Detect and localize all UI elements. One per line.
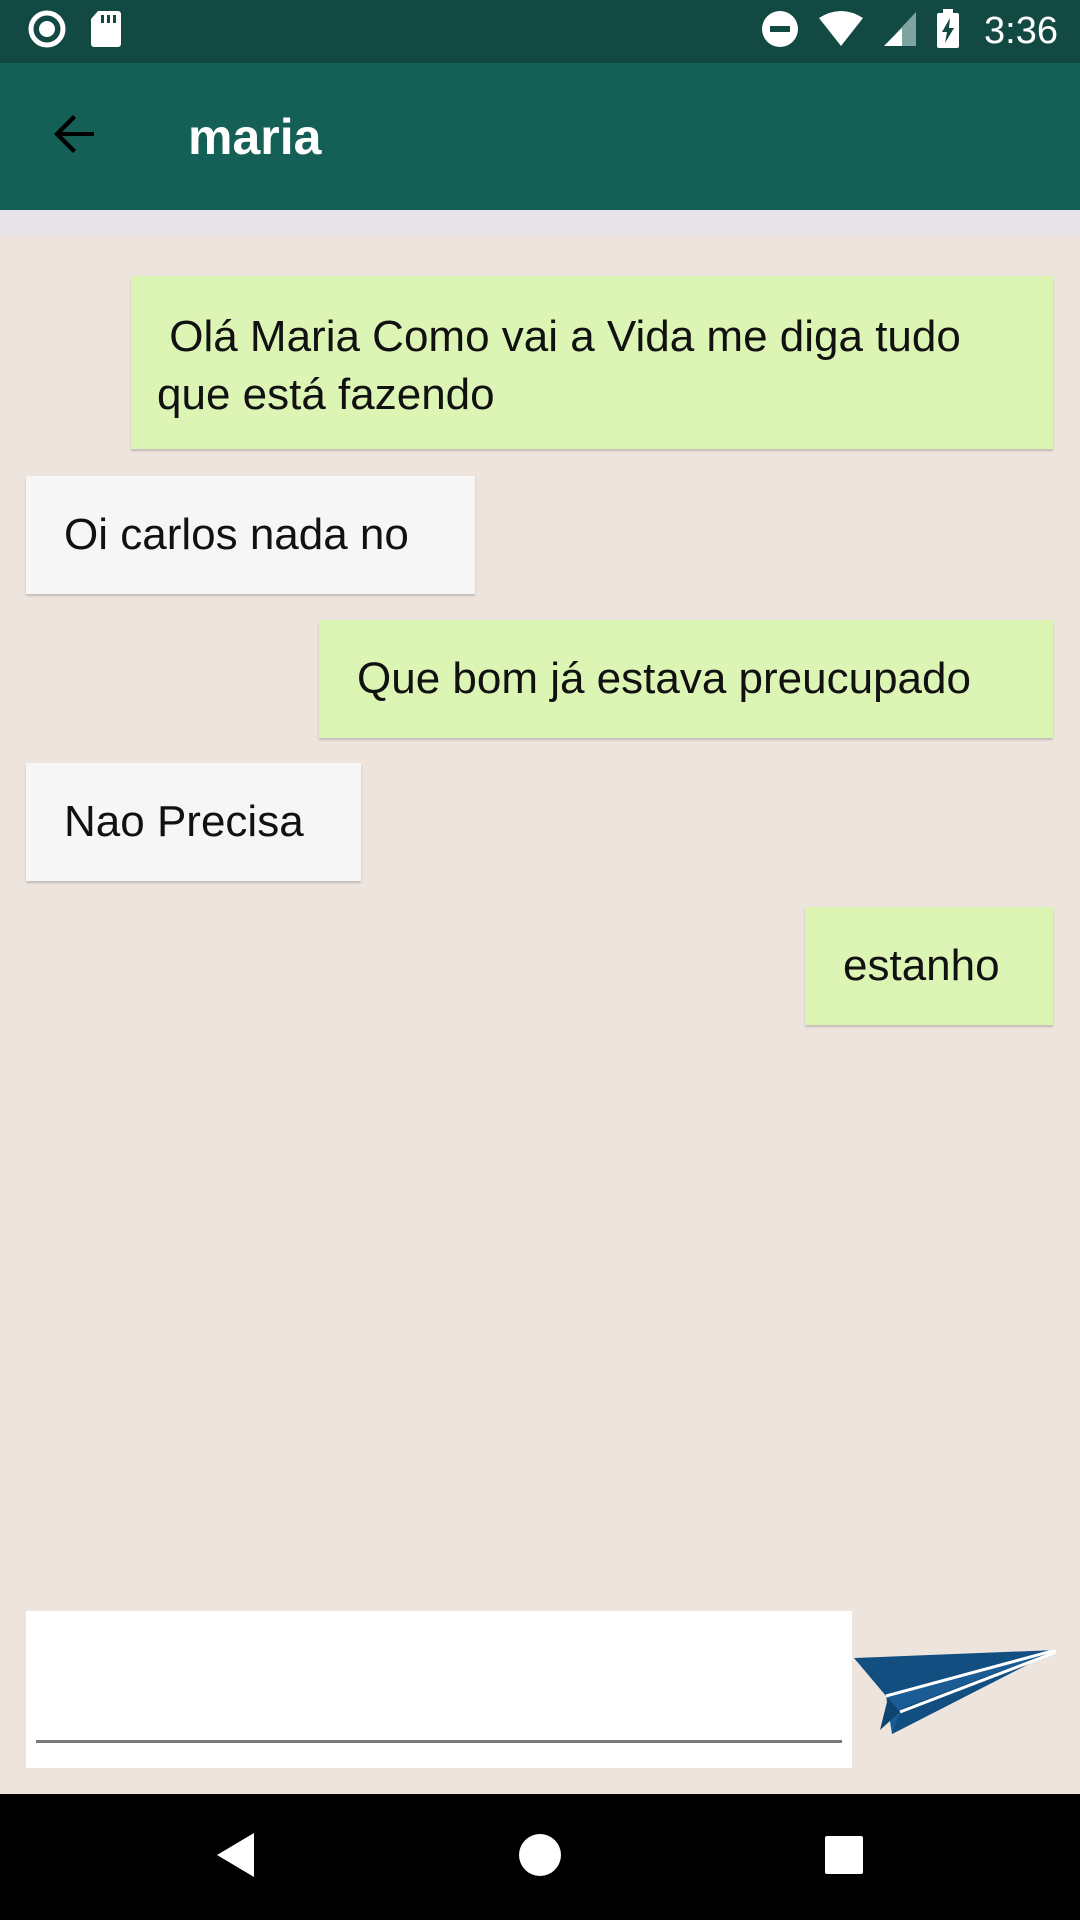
nav-recents-button[interactable] bbox=[774, 1794, 914, 1920]
system-nav-bar bbox=[0, 1794, 1080, 1920]
nav-back-icon bbox=[214, 1831, 258, 1884]
message-received: Oi carlos nada no bbox=[26, 476, 475, 594]
page-title: maria bbox=[188, 108, 322, 165]
status-bar: 3:36 bbox=[0, 0, 1080, 63]
sd-card-icon bbox=[90, 10, 122, 53]
message-list: Olá Maria Como vai a Vida me diga tudo q… bbox=[0, 236, 1080, 1596]
battery-charging-icon bbox=[936, 9, 960, 54]
message-text: Olá Maria Como vai a Vida me diga tudo q… bbox=[157, 312, 974, 419]
do-not-disturb-icon bbox=[760, 9, 800, 54]
record-icon bbox=[28, 10, 66, 53]
status-time: 3:36 bbox=[984, 10, 1058, 52]
nav-back-button[interactable] bbox=[166, 1794, 306, 1920]
message-sent: Que bom já estava preucupado bbox=[319, 620, 1053, 738]
message-text: estanho bbox=[843, 941, 1000, 990]
app-bar: maria bbox=[0, 63, 1080, 210]
message-sent: estanho bbox=[805, 907, 1053, 1025]
wifi-icon bbox=[818, 10, 864, 53]
message-text: Nao Precisa bbox=[64, 797, 304, 846]
nav-home-button[interactable] bbox=[470, 1794, 610, 1920]
cell-signal-icon bbox=[882, 10, 918, 53]
send-button[interactable] bbox=[852, 1648, 1057, 1746]
arrow-back-icon bbox=[50, 110, 98, 163]
back-button[interactable] bbox=[34, 97, 114, 177]
message-text: Que bom já estava preucupado bbox=[357, 654, 971, 703]
app-bar-divider bbox=[0, 210, 1080, 236]
nav-recents-icon bbox=[824, 1835, 864, 1880]
message-input[interactable] bbox=[36, 1631, 842, 1743]
message-text: Oi carlos nada no bbox=[64, 510, 409, 559]
nav-home-icon bbox=[518, 1833, 562, 1882]
composer bbox=[26, 1611, 852, 1768]
paper-plane-icon bbox=[852, 1648, 1057, 1750]
message-received: Nao Precisa bbox=[26, 763, 361, 881]
message-sent: Olá Maria Como vai a Vida me diga tudo q… bbox=[131, 276, 1053, 449]
